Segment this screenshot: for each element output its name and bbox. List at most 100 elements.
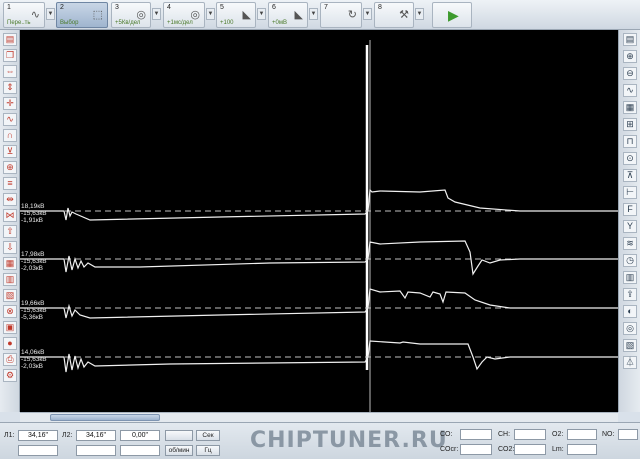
zoom-out-icon[interactable]: ⊖ [623,67,637,80]
play-button[interactable]: ▶ [432,2,472,28]
dropdown-arrow-3[interactable]: ▼ [152,8,161,20]
cursor-1-secondary-field[interactable] [18,445,58,456]
magnet-icon[interactable]: ∩ [3,129,17,142]
record-icon[interactable]: ● [3,337,17,350]
button-number: 4 [167,4,171,11]
fit-width-icon[interactable]: ⇹ [3,193,17,206]
right-toolbar: ▤ ⊕ ⊖ ∿ ▦ ⊞ ⊓ ⊙ ⊼ ⊢ F Y ≋ ◷ ▥ ⇪ ◐ ◎ ▧ ⏃ [618,30,640,412]
o2-field[interactable] [567,429,597,440]
gauge-icon[interactable]: ◐ [623,305,637,318]
ruler-icon[interactable]: ⊞ [623,118,637,131]
filter-icon[interactable]: ⊻ [3,145,17,158]
delta-field[interactable]: 0,00" [120,430,160,441]
copy-icon[interactable]: ❐ [3,49,17,62]
no-field[interactable] [618,429,638,440]
triangle-marker-icon: ◣ [294,9,303,21]
compress-icon[interactable]: ⇕ [3,81,17,94]
channel-max-value: 18,19кВ [21,203,45,210]
cross-cursor-icon[interactable]: ✛ [3,97,17,110]
left-toolbar: ▤ ❐ ⇔ ⇕ ✛ ∿ ∩ ⊻ ⊕ ≡ ⇹ ⋈ ⇧ ⇩ ▦ ▥ ▧ ⊗ ▣ ● … [0,30,20,412]
channel-min-value: -15,63кВ [21,356,47,363]
dropdown-arrow-5[interactable]: ▼ [257,8,266,20]
oscilloscope-display[interactable]: 18,19кВ -15,63кВ -1,91кВ 17,98кВ -15,63к… [20,30,618,412]
chart-icon[interactable]: ▥ [3,273,17,286]
channel-2-waveform [20,240,618,276]
toolbar-button-3[interactable]: 3 ◎ +5Кв/дел [111,2,151,28]
delta-secondary-field[interactable] [120,445,160,456]
channel-level-value: -2,03кВ [21,265,43,272]
settings-icon[interactable]: ⚙ [3,369,17,382]
clock-icon[interactable]: ◷ [623,254,637,267]
cursor-1-field[interactable]: 34,16" [18,430,58,441]
toolbar-button-7[interactable]: 7 ↻ [320,2,362,28]
co-field[interactable] [460,429,492,440]
wave-icon: ∿ [30,9,40,21]
pin-icon[interactable]: ⊗ [3,305,17,318]
co2-field[interactable] [514,444,546,455]
clipboard-icon[interactable]: ▤ [3,33,17,46]
toggle-button[interactable] [165,430,193,441]
toolbar-button-8[interactable]: 8 ⚒ [374,2,414,28]
xy-mode-icon[interactable]: Y [623,220,637,233]
compare-icon[interactable]: ▥ [623,271,637,284]
grid-icon[interactable]: ▦ [623,101,637,114]
layers-icon[interactable]: ▧ [623,339,637,352]
zoom-in-icon[interactable]: ⊕ [623,50,637,63]
seconds-button[interactable]: Сек [196,430,220,441]
expand-icon[interactable]: ⇔ [3,65,17,78]
align-icon[interactable]: ≡ [3,177,17,190]
bottom-panel: Л1: 34,16" Л2: 34,16" 0,00" Сек об/мин Г… [0,422,640,459]
channel-3-waveform [20,288,618,319]
toolbar-button-2[interactable]: 2 ⬚ Выбор [56,2,108,28]
graph-icon[interactable]: ∿ [623,84,637,97]
print-icon[interactable]: ⎙ [3,353,17,366]
button-caption: +5Кв/дел [115,20,141,26]
toolbar-button-1[interactable]: 1 ∿ Пере..ть [3,2,45,28]
button-number: 1 [7,4,11,11]
toolbar-button-4[interactable]: 4 ◎ +1мс/дел [163,2,205,28]
cursor-2-secondary-field[interactable] [76,445,116,456]
watermark: CHIPTUNER.RU [250,428,448,453]
mark-icon[interactable]: ⊼ [623,169,637,182]
arrow-up-icon[interactable]: ⇧ [3,225,17,238]
dropdown-arrow-8[interactable]: ▼ [415,8,424,20]
hz-button[interactable]: Гц [196,445,220,456]
channel-min-value: -15,63кВ [21,210,47,217]
lambda-field[interactable] [567,444,597,455]
save-icon[interactable]: ▣ [3,321,17,334]
cocr-field[interactable] [460,444,492,455]
cursor-icon[interactable]: ⊢ [623,186,637,199]
oscilloscope-app: 1 ∿ Пере..ть ▼ 2 ⬚ Выбор 3 ◎ +5Кв/дел ▼ … [0,0,640,459]
dropdown-arrow-6[interactable]: ▼ [309,8,318,20]
dropdown-arrow-4[interactable]: ▼ [206,8,215,20]
frequency-icon[interactable]: F [623,203,637,216]
horizontal-scrollbar[interactable] [20,412,618,422]
ch-field[interactable] [514,429,546,440]
channel-level-value: -1,91кВ [21,217,43,224]
scrollbar-thumb[interactable] [50,414,160,421]
cursor-2-field[interactable]: 34,16" [76,430,116,441]
arrow-down-icon[interactable]: ⇩ [3,241,17,254]
math-icon[interactable]: ≋ [623,237,637,250]
zoom-icon[interactable]: ⊕ [3,161,17,174]
channel-level-value: -5,36кВ [21,314,43,321]
measure-icon[interactable]: ⊓ [623,135,637,148]
grid-icon[interactable]: ▦ [3,257,17,270]
channel-max-value: 17,98кВ [21,251,45,258]
toolbar-button-5[interactable]: 5 ◣ +100 [216,2,256,28]
dropdown-arrow-7[interactable]: ▼ [363,8,372,20]
button-number: 2 [60,4,64,11]
layers-icon[interactable]: ▧ [3,289,17,302]
button-number: 7 [324,4,328,11]
target-icon[interactable]: ◎ [623,322,637,335]
rpm-button[interactable]: об/мин [165,445,193,456]
wave-icon[interactable]: ∿ [3,113,17,126]
export-icon[interactable]: ⇪ [623,288,637,301]
toolbar-button-6[interactable]: 6 ◣ +0мВ [268,2,308,28]
record-icon[interactable]: ⊙ [623,152,637,165]
dropdown-arrow-1[interactable]: ▼ [46,8,55,20]
flask-icon[interactable]: ⏃ [623,356,637,369]
split-icon[interactable]: ⋈ [3,209,17,222]
channel-2-label: 17,98кВ -15,63кВ -2,03кВ [21,251,47,272]
channels-icon[interactable]: ▤ [623,33,637,46]
